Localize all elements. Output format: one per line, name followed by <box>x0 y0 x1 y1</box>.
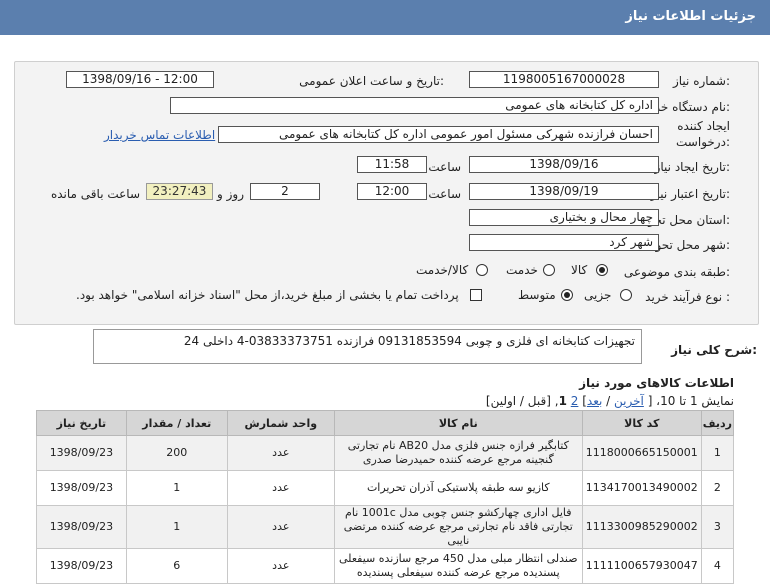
cell-row-number: 2 <box>700 470 735 506</box>
description-label: شرح کلی نیاز: <box>671 343 757 357</box>
cell-unit: عدد <box>226 505 335 549</box>
process-medium-label: متوسط <box>518 288 556 302</box>
category-goods-radio[interactable] <box>596 264 608 276</box>
cell-unit: عدد <box>226 470 335 506</box>
items-section-title: اطلاعات کالاهای مورد نیاز <box>579 376 734 390</box>
items-table: ردیف کد کالا نام کالا واحد شمارش تعداد /… <box>36 410 735 584</box>
cell-item-code: 1113300985290002 <box>581 505 702 549</box>
creator-field: احسان فرازنده شهرکی مسئول امور عمومی ادا… <box>218 126 659 143</box>
cell-unit: عدد <box>226 435 335 471</box>
column-header-need-date: تاریخ نیاز <box>36 410 127 436</box>
cell-row-number: 3 <box>700 505 735 549</box>
cell-unit: عدد <box>226 548 335 584</box>
process-minor-label: جزیی <box>584 288 612 302</box>
pager-last-link[interactable]: آخرین <box>614 394 644 408</box>
cell-row-number: 4 <box>700 548 735 584</box>
remaining-time-field: 23:27:43 <box>146 183 213 200</box>
category-goods-service-label: کالا/خدمت <box>416 263 469 277</box>
validity-date-field: 1398/09/19 <box>469 183 659 200</box>
province-field: چهار محال و بختیاری <box>469 209 659 226</box>
treasury-payment-checkbox[interactable] <box>470 289 482 301</box>
process-label: نوع فرآیند خرید : <box>645 290 730 304</box>
process-minor-radio[interactable] <box>620 289 632 301</box>
page-title: جزئیات اطلاعات نیاز <box>625 9 756 24</box>
need-number-field: 1198005167000028 <box>469 71 659 88</box>
column-header-unit: واحد شمارش <box>226 410 335 436</box>
category-service-label: خدمت <box>506 263 538 277</box>
table-row[interactable]: 2 1134170013490002 کازیو سه طبقه پلاستیک… <box>36 470 735 506</box>
category-goods-service-radio[interactable] <box>476 264 488 276</box>
cell-item-code: 1134170013490002 <box>581 470 702 506</box>
cell-item-name: فایل اداری چهارکشو جنس چوبی مدل 1001c نا… <box>333 505 583 549</box>
table-row[interactable]: 4 1111100657930047 صندلی انتظار مبلی مدل… <box>36 548 735 584</box>
created-date-field: 1398/09/16 <box>469 156 659 173</box>
cell-row-number: 1 <box>700 435 735 471</box>
buyer-contact-link[interactable]: اطلاعات تماس خریدار <box>104 128 215 142</box>
creator-label-2: درخواست: <box>676 135 730 149</box>
category-service-radio[interactable] <box>543 264 555 276</box>
validity-date-label: تاریخ اعتبار نیاز: <box>650 187 730 201</box>
cell-quantity: 200 <box>125 435 228 471</box>
cell-quantity: 1 <box>125 505 228 549</box>
table-row[interactable]: 3 1113300985290002 فایل اداری چهارکشو جن… <box>36 505 735 549</box>
pager-page-2-link[interactable]: 2 <box>571 394 579 408</box>
pager-prefix: نمایش 1 تا 10، [ <box>647 394 734 408</box>
column-header-quantity: تعداد / مقدار <box>125 410 228 436</box>
column-header-item-code: کد کالا <box>581 410 702 436</box>
cell-item-code: 1111100657930047 <box>581 548 702 584</box>
category-goods-label: کالا <box>571 263 588 277</box>
pager-suffix: [قبل / اولین] <box>485 394 551 408</box>
creator-label-1: ایجاد کننده <box>677 119 730 133</box>
cell-item-code: 1118000665150001 <box>581 435 702 471</box>
cell-need-date: 1398/09/23 <box>36 548 127 584</box>
category-label: طبقه بندی موضوعی: <box>623 265 730 279</box>
validity-time-label: ساعت <box>428 187 461 201</box>
cell-item-name: کازیو سه طبقه پلاستیکی آذران تحریرات <box>333 470 583 506</box>
created-time-field: 11:58 <box>357 156 427 173</box>
cell-need-date: 1398/09/23 <box>36 470 127 506</box>
pager-page-1-current: 1 <box>558 394 567 408</box>
cell-quantity: 1 <box>125 470 228 506</box>
validity-time-field: 12:00 <box>357 183 427 200</box>
remaining-label: ساعت باقی مانده <box>50 187 140 201</box>
pager-next-link[interactable]: بعد <box>587 394 602 408</box>
cell-need-date: 1398/09/23 <box>36 505 127 549</box>
remaining-days-field: 2 <box>250 183 320 200</box>
announce-datetime-field: 1398/09/16 - 12:00 <box>66 71 214 88</box>
announce-datetime-label: تاریخ و ساعت اعلان عمومی: <box>299 74 444 88</box>
city-field: شهر کرد <box>469 234 659 251</box>
created-time-label: ساعت <box>428 160 461 174</box>
days-label: روز و <box>217 187 244 201</box>
cell-need-date: 1398/09/23 <box>36 435 127 471</box>
table-header-row: ردیف کد کالا نام کالا واحد شمارش تعداد /… <box>36 410 735 436</box>
table-row[interactable]: 1 1118000665150001 کتابگیر فرازه جنس فلز… <box>36 435 735 471</box>
description-field: تجهیزات کتابخانه ای فلزی و چوبی 09131853… <box>93 329 642 364</box>
pagination: نمایش 1 تا 10، [ آخرین / بعد] 2 1, [قبل … <box>485 394 734 408</box>
process-medium-radio[interactable] <box>561 289 573 301</box>
column-header-row-number: ردیف <box>700 410 735 436</box>
column-header-item-name: نام کالا <box>333 410 583 436</box>
page-header: جزئیات اطلاعات نیاز <box>0 0 770 35</box>
buyer-field: اداره کل کتابخانه های عمومی <box>170 97 659 114</box>
cell-quantity: 6 <box>125 548 228 584</box>
cell-item-name: صندلی انتظار مبلی مدل 450 مرجع سازنده سی… <box>333 548 583 584</box>
treasury-payment-note: پرداخت تمام یا بخشی از مبلغ خرید،از محل … <box>76 288 459 302</box>
cell-item-name: کتابگیر فرازه جنس فلزی مدل AB20 نام تجار… <box>333 435 583 471</box>
need-number-label: شماره نیاز: <box>672 74 730 88</box>
created-date-label: تاریخ ایجاد نیاز: <box>654 160 730 174</box>
